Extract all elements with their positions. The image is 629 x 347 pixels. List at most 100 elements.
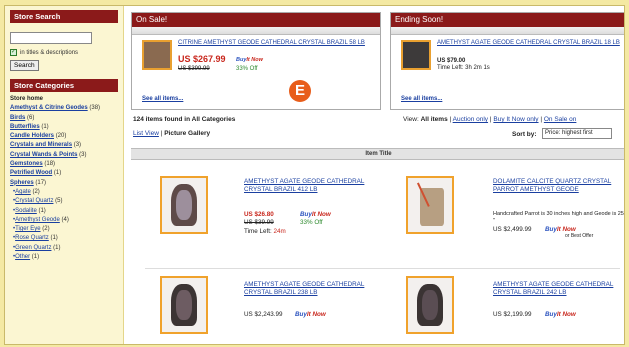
category-item[interactable]: Candle Holders (20) bbox=[10, 132, 118, 141]
category-item[interactable]: Crystals and Minerals (3) bbox=[10, 141, 118, 150]
item-image[interactable] bbox=[406, 176, 454, 234]
category-item[interactable]: •Sodalite (1) bbox=[10, 207, 118, 216]
e-badge-icon: E bbox=[289, 80, 311, 102]
store-search-heading: Store Search bbox=[10, 10, 118, 23]
store-page: Store Search ✓ in titles & descriptions … bbox=[4, 5, 625, 345]
category-item[interactable]: •Other (1) bbox=[10, 253, 118, 262]
item-description: Handcrafted Parrot is 30 inches high and… bbox=[493, 211, 624, 224]
ending-soon-price: US $79.00 bbox=[437, 58, 466, 64]
category-link[interactable]: Agate bbox=[15, 189, 31, 195]
ending-soon-box: Ending Soon! AMETHYST AGATE GEODE CATHED… bbox=[390, 12, 624, 110]
ending-soon-time-left: Time Left: 3h 2m 1s bbox=[437, 65, 490, 71]
category-item[interactable]: •Amethyst Geode (4) bbox=[10, 216, 118, 225]
sort-dropdown[interactable]: Price: highest first bbox=[542, 128, 612, 139]
category-count: (2) bbox=[42, 226, 50, 233]
category-link[interactable]: Candle Holders bbox=[10, 133, 54, 139]
item-price: US $26.80 bbox=[244, 211, 274, 218]
category-link[interactable]: Birds bbox=[10, 115, 25, 121]
category-item[interactable]: Birds (6) bbox=[10, 114, 118, 123]
category-link[interactable]: Crystal Quartz bbox=[15, 198, 53, 204]
category-item[interactable]: Gemstones (18) bbox=[10, 160, 118, 169]
view-buy-it-now-only[interactable]: Buy It Now only bbox=[493, 116, 538, 123]
buy-it-now-logo: BuyIt Now bbox=[295, 311, 326, 318]
item-image[interactable] bbox=[160, 276, 208, 334]
category-link[interactable]: Spheres bbox=[10, 180, 34, 186]
category-item[interactable]: •Tiger Eye (2) bbox=[10, 225, 118, 234]
store-search-input[interactable] bbox=[10, 32, 92, 44]
category-link[interactable]: Sodalite bbox=[15, 208, 37, 214]
on-sale-see-all-link[interactable]: See all items... bbox=[142, 96, 183, 102]
category-item[interactable]: •Agate (2) bbox=[10, 188, 118, 197]
category-count: (3) bbox=[79, 151, 87, 158]
category-count: (1) bbox=[41, 123, 49, 130]
titles-descriptions-option[interactable]: ✓ in titles & descriptions bbox=[10, 49, 118, 56]
category-link[interactable]: Green Quartz bbox=[15, 245, 51, 251]
category-link[interactable]: Butterflies bbox=[10, 124, 40, 130]
category-link[interactable]: Gemstones bbox=[10, 161, 43, 167]
category-list: Store home Amethyst & Citrine Geodes (38… bbox=[10, 95, 118, 262]
item-time-left: Time Left: 24m bbox=[244, 228, 286, 235]
category-count: (3) bbox=[73, 142, 82, 149]
category-item[interactable]: Amethyst & Citrine Geodes (38) bbox=[10, 104, 118, 113]
category-item[interactable]: Butterflies (1) bbox=[10, 123, 118, 132]
category-item[interactable]: •Green Quartz (1) bbox=[10, 244, 118, 253]
view-toggle: List View | Picture Gallery bbox=[133, 130, 211, 137]
checkbox-label: in titles & descriptions bbox=[20, 49, 79, 56]
category-link[interactable]: Amethyst & Citrine Geodes bbox=[10, 105, 88, 111]
item-old-price: US $39.99 bbox=[244, 219, 274, 226]
on-sale-item-title[interactable]: CITRINE AMETHYST GEODE CATHEDRAL CRYSTAL… bbox=[178, 40, 378, 47]
item-title-link[interactable]: AMETHYST AGATE GEODE CATHEDRAL CRYSTAL B… bbox=[244, 281, 376, 297]
category-item[interactable]: Petrified Wood (1) bbox=[10, 169, 118, 178]
category-count: (1) bbox=[38, 207, 46, 214]
buy-it-now-logo: BuyIt Now bbox=[300, 211, 331, 218]
category-item[interactable]: •Rose Quartz (1) bbox=[10, 234, 118, 243]
store-categories-heading: Store Categories bbox=[10, 79, 118, 92]
view-on-sale[interactable]: On Sale on bbox=[544, 116, 577, 123]
store-home-link[interactable]: Store home bbox=[10, 95, 118, 104]
ending-soon-thumbnail[interactable] bbox=[401, 40, 431, 70]
category-link[interactable]: Petrified Wood bbox=[10, 170, 52, 176]
category-count: (1) bbox=[53, 170, 62, 177]
item-title-column-header[interactable]: Item Title bbox=[131, 148, 624, 160]
ending-soon-item-title[interactable]: AMETHYST AGATE GEODE CATHEDRAL CRYSTAL B… bbox=[437, 40, 623, 47]
item-discount: 33% Off bbox=[300, 219, 323, 226]
picture-gallery-tab[interactable]: Picture Gallery bbox=[164, 130, 210, 137]
view-auction-only[interactable]: Auction only bbox=[453, 116, 488, 123]
view-all-items[interactable]: All items bbox=[421, 116, 448, 123]
category-link[interactable]: Rose Quartz bbox=[15, 235, 49, 241]
category-item[interactable]: Spheres (17) bbox=[10, 179, 118, 188]
category-link[interactable]: Crystals and Minerals bbox=[10, 142, 72, 148]
checkbox-icon[interactable]: ✓ bbox=[10, 49, 17, 56]
category-count: (1) bbox=[31, 254, 40, 261]
item-price: US $2,243.99 bbox=[244, 311, 283, 318]
item-title-link[interactable]: AMETHYST AGATE GEODE CATHEDRAL CRYSTAL B… bbox=[493, 281, 624, 297]
view-label: View: bbox=[403, 116, 419, 123]
category-item[interactable]: •Crystal Quartz (5) bbox=[10, 197, 118, 206]
on-sale-heading: On Sale! bbox=[132, 13, 380, 27]
item-image[interactable] bbox=[406, 276, 454, 334]
search-button[interactable]: Search bbox=[10, 60, 39, 71]
category-count: (5) bbox=[55, 198, 63, 205]
item-title-link[interactable]: AMETHYST AGATE GEODE CATHEDRAL CRYSTAL B… bbox=[244, 178, 376, 194]
category-item[interactable]: Crystal Wands & Points (3) bbox=[10, 151, 118, 160]
ending-soon-heading: Ending Soon! bbox=[391, 13, 624, 27]
category-count: (17) bbox=[35, 179, 47, 186]
item-price: US $2,199.99 bbox=[493, 311, 532, 318]
category-link[interactable]: Amethyst Geode bbox=[15, 217, 60, 223]
category-link[interactable]: Tiger Eye bbox=[15, 226, 40, 232]
item-title-link[interactable]: DOLAMITE CALCITE QUARTZ CRYSTAL PARROT A… bbox=[493, 178, 624, 194]
list-view-link[interactable]: List View bbox=[133, 130, 159, 137]
buy-it-now-logo: BuyIt Now bbox=[545, 311, 576, 318]
results-count: 124 items found in All Categories bbox=[133, 116, 236, 123]
on-sale-old-price: US $399.99 bbox=[178, 66, 210, 72]
item-image[interactable] bbox=[160, 176, 208, 234]
item-price: US $2,499.99 bbox=[493, 226, 532, 233]
on-sale-box: On Sale! CITRINE AMETHYST GEODE CATHEDRA… bbox=[131, 12, 381, 110]
category-link[interactable]: Other bbox=[15, 254, 30, 260]
category-link[interactable]: Crystal Wands & Points bbox=[10, 152, 77, 158]
best-offer-label: or Best Offer bbox=[565, 233, 594, 239]
ending-soon-see-all-link[interactable]: See all items... bbox=[401, 96, 442, 102]
sidebar: Store Search ✓ in titles & descriptions … bbox=[5, 6, 124, 344]
category-count: (1) bbox=[50, 235, 58, 242]
on-sale-thumbnail[interactable] bbox=[142, 40, 172, 70]
